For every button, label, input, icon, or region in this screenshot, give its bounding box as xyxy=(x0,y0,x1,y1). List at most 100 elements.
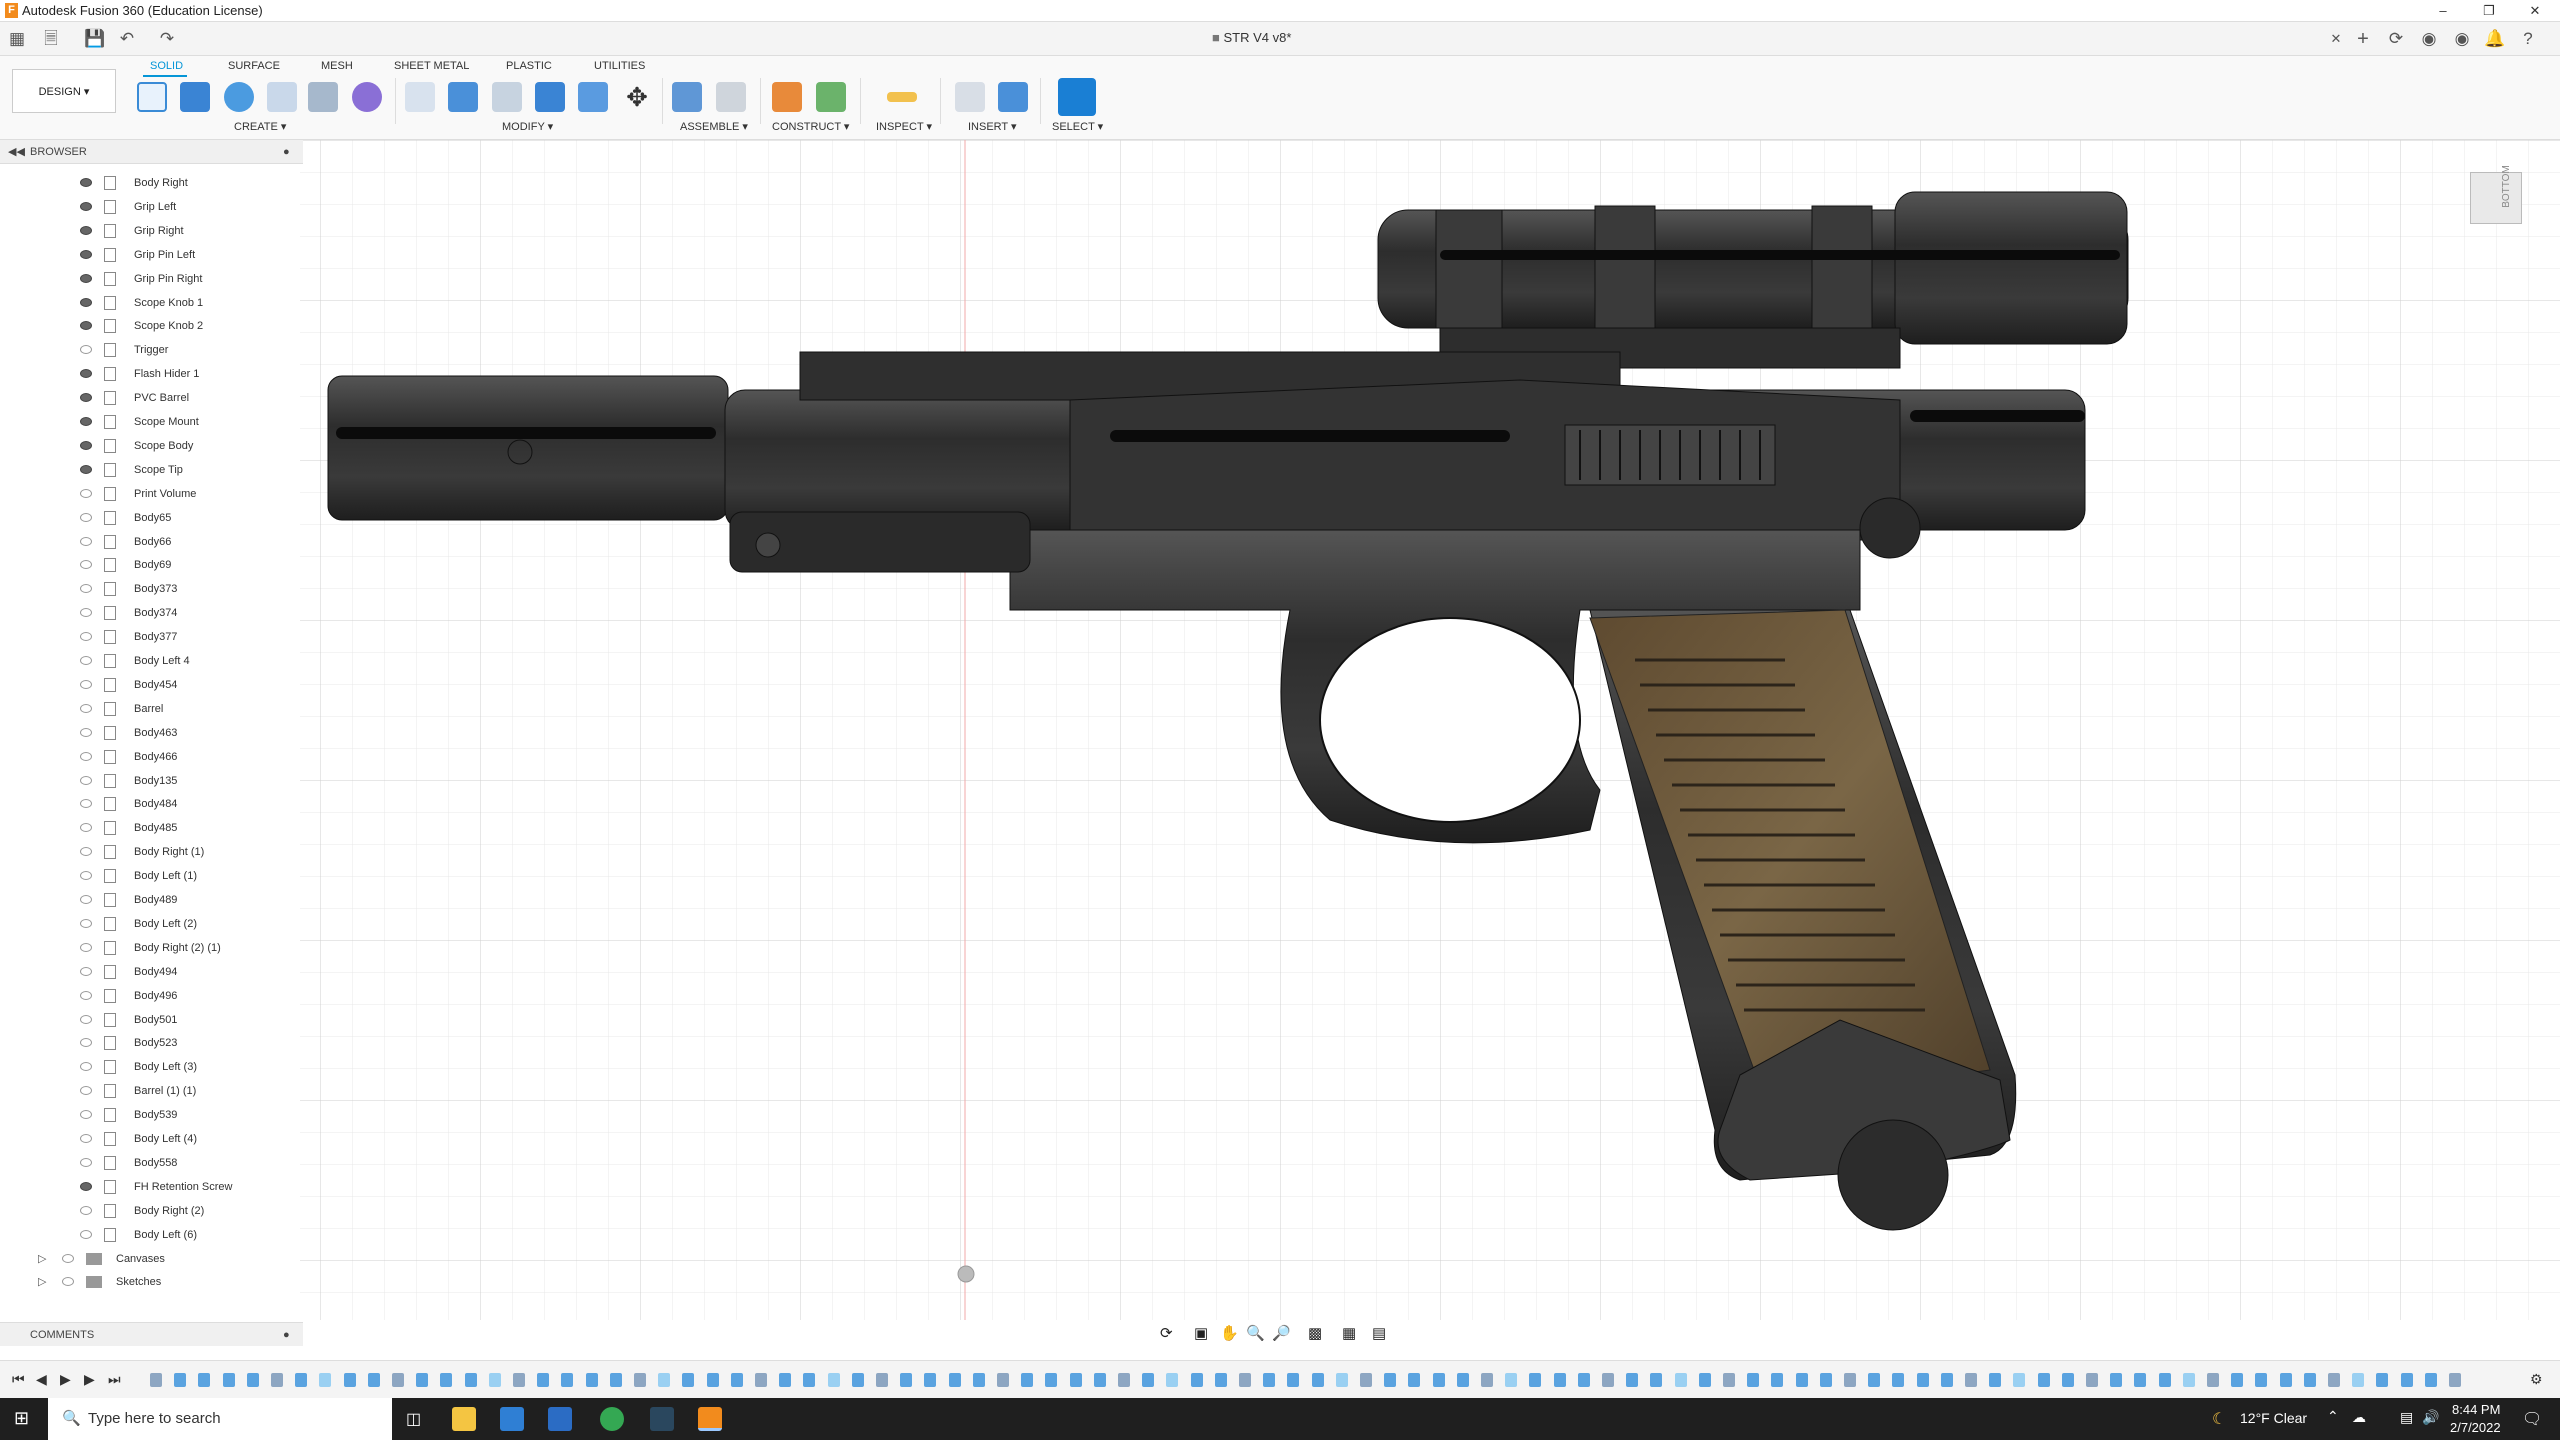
visibility-eye-icon[interactable] xyxy=(80,990,92,1000)
orbit-icon[interactable]: ⟳ xyxy=(1160,1324,1173,1342)
timeline-feature-icon[interactable] xyxy=(198,1373,211,1387)
visibility-eye-icon[interactable] xyxy=(80,942,92,952)
timeline-feature-icon[interactable] xyxy=(2086,1373,2098,1387)
timeline-feature-icon[interactable] xyxy=(1553,1373,1566,1387)
timeline-feature-icon[interactable] xyxy=(2207,1373,2219,1387)
browser-item[interactable]: Barrel xyxy=(0,697,303,721)
timeline-feature-icon[interactable] xyxy=(2279,1373,2292,1387)
tab-plastic[interactable]: PLASTIC xyxy=(506,60,552,72)
pan-icon[interactable]: ✋ xyxy=(1220,1324,1239,1342)
visibility-eye-icon[interactable] xyxy=(80,656,92,665)
browser-item[interactable]: Body454 xyxy=(0,673,303,697)
browser-item[interactable]: Body Left 4 xyxy=(0,649,303,673)
network-icon[interactable]: ▤ xyxy=(2400,1409,2413,1426)
workspace-switcher[interactable]: DESIGN ▾ xyxy=(12,69,116,113)
restore-button[interactable]: ❐ xyxy=(2466,0,2512,22)
timeline-feature-icon[interactable] xyxy=(1674,1373,1687,1387)
timeline-feature-icon[interactable] xyxy=(464,1373,477,1387)
expand-folder-icon[interactable]: ▷ xyxy=(38,1270,46,1294)
visibility-eye-icon[interactable] xyxy=(80,273,92,283)
browser-item[interactable]: Print Volume xyxy=(0,482,303,506)
browser-item[interactable]: Body494 xyxy=(0,960,303,984)
timeline-feature-icon[interactable] xyxy=(1868,1373,1881,1387)
browser-item[interactable]: Grip Right xyxy=(0,219,303,243)
fusion360-taskbar-icon[interactable] xyxy=(698,1407,722,1431)
timeline-feature-icon[interactable] xyxy=(1819,1373,1832,1387)
visibility-eye-icon[interactable] xyxy=(80,1086,92,1096)
timeline-feature-icon[interactable] xyxy=(972,1373,985,1387)
volume-icon[interactable]: 🔊 xyxy=(2422,1409,2439,1426)
timeline-feature-icon[interactable] xyxy=(1118,1373,1130,1387)
settings-icon[interactable]: ◉ xyxy=(2451,28,2473,50)
visibility-eye-icon[interactable] xyxy=(80,799,92,809)
timeline-feature-icon[interactable] xyxy=(222,1373,235,1387)
visibility-eye-icon[interactable] xyxy=(80,393,92,403)
chrome-icon[interactable] xyxy=(600,1407,624,1431)
browser-item[interactable]: Grip Left xyxy=(0,195,303,219)
timeline-feature-icon[interactable] xyxy=(1093,1373,1106,1387)
browser-folder[interactable]: ▷ Canvases xyxy=(0,1247,303,1271)
timeline-feature-icon[interactable] xyxy=(1844,1373,1856,1387)
browser-item[interactable]: Barrel (1) (1) xyxy=(0,1079,303,1103)
browser-item[interactable]: Body523 xyxy=(0,1031,303,1055)
timeline-feature-icon[interactable] xyxy=(1940,1373,1953,1387)
visibility-eye-icon[interactable] xyxy=(80,369,92,379)
timeline-feature-icon[interactable] xyxy=(416,1373,429,1387)
browser-item[interactable]: Scope Knob 1 xyxy=(0,291,303,315)
timeline-feature-icon[interactable] xyxy=(2037,1373,2050,1387)
revolve-icon[interactable] xyxy=(224,82,254,112)
mail-icon[interactable] xyxy=(548,1407,572,1431)
data-panel-icon[interactable]: ▦ xyxy=(6,28,28,50)
undo-icon[interactable]: ↶ xyxy=(116,28,138,50)
timeline-feature-icon[interactable] xyxy=(2158,1373,2171,1387)
expand-folder-icon[interactable]: ▷ xyxy=(38,1247,46,1271)
visibility-eye-icon[interactable] xyxy=(80,1181,92,1191)
go-to-end-icon[interactable]: ⏭ xyxy=(108,1371,121,1388)
insert-canvas-icon[interactable] xyxy=(998,82,1028,112)
timeline-feature-icon[interactable] xyxy=(803,1373,816,1387)
timeline-feature-icon[interactable] xyxy=(900,1373,913,1387)
select-menu[interactable]: SELECT ▾ xyxy=(1052,120,1103,133)
tab-surface[interactable]: SURFACE xyxy=(228,60,280,72)
visibility-eye-icon[interactable] xyxy=(80,895,92,904)
browser-item[interactable]: Body Left (6) xyxy=(0,1223,303,1247)
browser-item[interactable]: Scope Mount xyxy=(0,410,303,434)
timeline-feature-icon[interactable] xyxy=(537,1373,550,1387)
browser-item[interactable]: Body66 xyxy=(0,530,303,554)
visibility-eye-icon[interactable] xyxy=(80,1157,92,1167)
modify-menu[interactable]: MODIFY ▾ xyxy=(502,120,553,133)
timeline-feature-icon[interactable] xyxy=(2110,1373,2123,1387)
visibility-eye-icon[interactable] xyxy=(80,512,92,522)
timeline-feature-icon[interactable] xyxy=(634,1373,646,1387)
assemble-menu[interactable]: ASSEMBLE ▾ xyxy=(680,120,748,133)
timeline-feature-icon[interactable] xyxy=(1989,1373,2002,1387)
browser-item[interactable]: Body Right (2) xyxy=(0,1199,303,1223)
visibility-eye-icon[interactable] xyxy=(62,1277,74,1287)
timeline-feature-icon[interactable] xyxy=(2424,1373,2437,1387)
visibility-eye-icon[interactable] xyxy=(80,464,92,474)
timeline-feature-icon[interactable] xyxy=(1408,1373,1421,1387)
timeline-feature-icon[interactable] xyxy=(1626,1373,1639,1387)
visibility-eye-icon[interactable] xyxy=(80,560,92,570)
browser-item[interactable]: Grip Pin Left xyxy=(0,243,303,267)
timeline-feature-icon[interactable] xyxy=(2231,1373,2244,1387)
timeline-feature-icon[interactable] xyxy=(2182,1373,2195,1387)
visibility-eye-icon[interactable] xyxy=(80,297,92,307)
look-at-icon[interactable]: ▣ xyxy=(1194,1324,1208,1342)
timeline-feature-icon[interactable] xyxy=(319,1373,332,1387)
timeline-feature-icon[interactable] xyxy=(1335,1373,1348,1387)
browser-item[interactable]: Scope Tip xyxy=(0,458,303,482)
timeline-feature-icon[interactable] xyxy=(1166,1373,1179,1387)
help-icon[interactable]: ? xyxy=(2517,28,2539,50)
visibility-eye-icon[interactable] xyxy=(80,1038,92,1048)
timeline-feature-icon[interactable] xyxy=(1771,1373,1784,1387)
chamfer-icon[interactable] xyxy=(492,82,522,112)
timeline-feature-icon[interactable] xyxy=(1384,1373,1397,1387)
timeline-feature-icon[interactable] xyxy=(682,1373,695,1387)
timeline-feature-icon[interactable] xyxy=(851,1373,864,1387)
timeline-feature-icon[interactable] xyxy=(2376,1373,2389,1387)
comments-pin-icon[interactable]: ● xyxy=(283,1323,290,1347)
visibility-eye-icon[interactable] xyxy=(80,703,92,713)
sweep-icon[interactable] xyxy=(267,82,297,112)
insert-derive-icon[interactable] xyxy=(955,82,985,112)
